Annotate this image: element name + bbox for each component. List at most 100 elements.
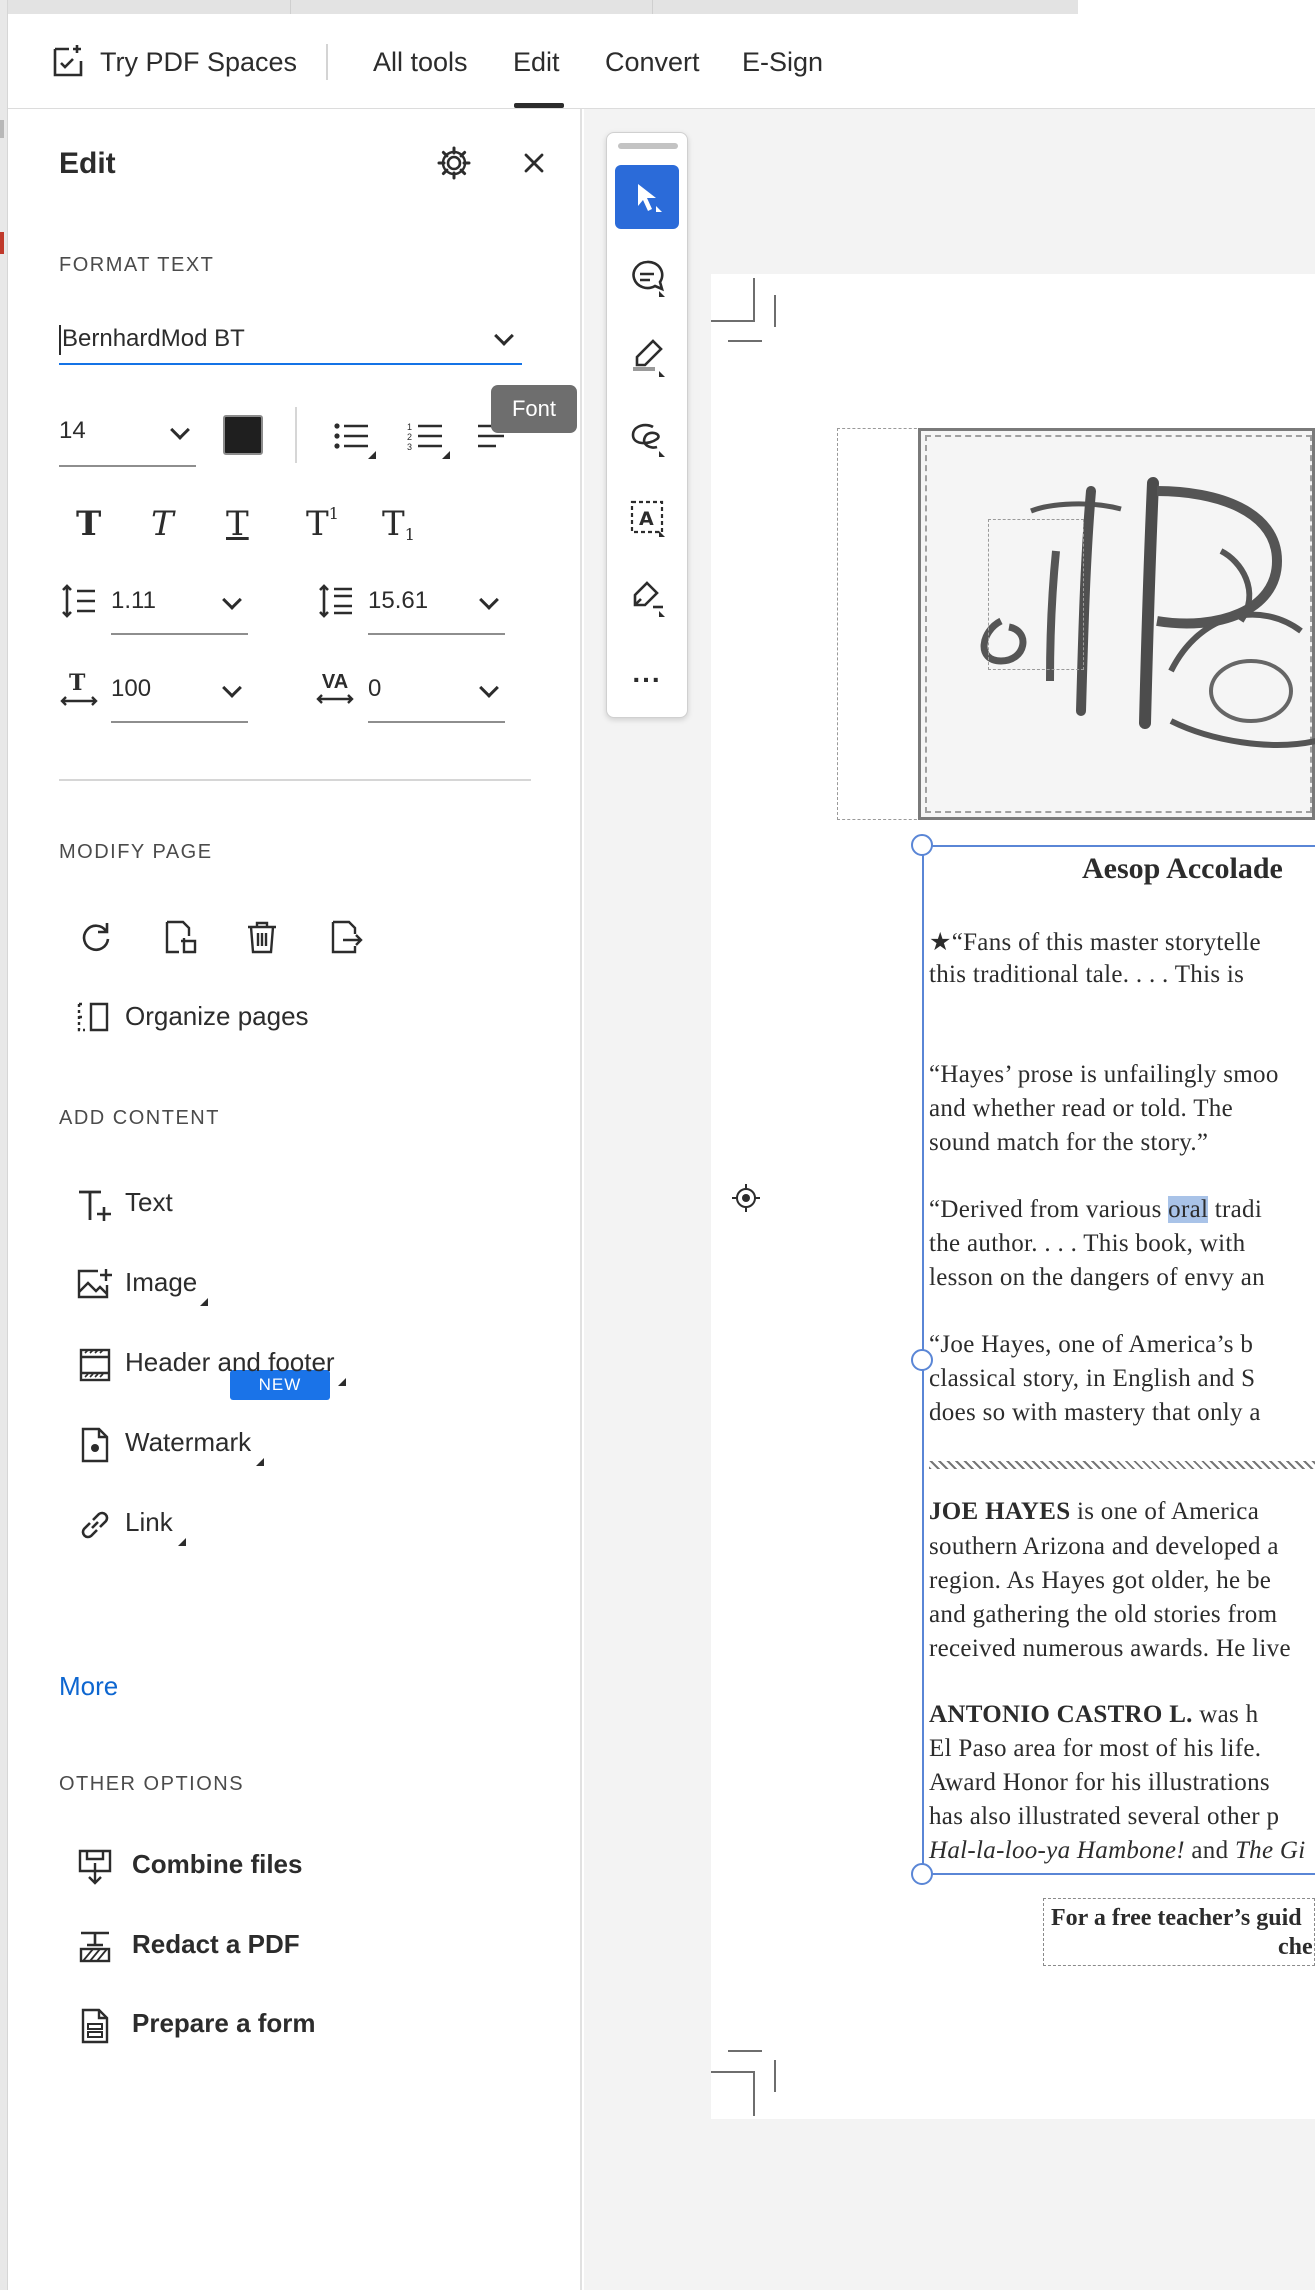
font-family-value: BernhardMod BT [62,325,245,352]
doc-text-line[interactable]: southern Arizona and developed a [929,1533,1279,1561]
redact-icon[interactable] [74,1926,116,1968]
doc-text-line[interactable]: JOE HAYES is one of America [929,1498,1259,1526]
add-image-icon[interactable] [74,1264,116,1306]
prepare-form-icon[interactable] [74,2005,116,2047]
link-icon[interactable] [74,1504,116,1546]
doc-text-line[interactable]: lesson on the dangers of envy an [929,1264,1265,1292]
resize-handle[interactable] [911,834,933,856]
selected-text[interactable]: oral [1168,1196,1209,1223]
doc-text-line[interactable]: Award Honor for his illustrations [929,1769,1270,1797]
doc-section-heading[interactable]: Aesop Accolade [1082,852,1283,886]
doc-text-line[interactable]: region. As Hayes got older, he be [929,1567,1271,1595]
organize-pages-icon[interactable] [74,997,114,1037]
horizontal-scale-value: 100 [111,675,152,702]
doc-text-line[interactable]: sound match for the story.” [929,1129,1208,1157]
title-logo-image[interactable] [918,428,1315,820]
pdf-spaces-icon[interactable] [48,42,88,82]
crop-page-icon[interactable] [158,915,202,959]
add-text-icon[interactable] [74,1184,116,1226]
doc-text-line[interactable]: “Hayes’ prose is unfailingly smoo [929,1061,1279,1089]
line-spacing-dropdown[interactable]: 1.11 [111,581,248,635]
glyph-bounding-box[interactable] [988,519,1084,670]
combine-files-icon[interactable] [74,1846,116,1888]
superscript-text-icon[interactable]: T1 [306,504,339,544]
rotate-icon[interactable] [74,915,118,959]
try-pdf-spaces-button[interactable]: Try PDF Spaces [100,44,297,80]
tab-convert[interactable]: Convert [605,44,700,80]
numbered-list-icon[interactable]: 123 [400,413,450,459]
paragraph-spacing-dropdown[interactable]: 15.61 [368,581,505,635]
character-spacing-dropdown[interactable]: 0 [368,669,505,723]
text-color-swatch[interactable] [223,415,263,455]
font-family-dropdown[interactable]: BernhardMod BT [59,319,522,365]
doc-text-segment: tradi [1208,1196,1263,1223]
add-image-button[interactable]: Image [125,1267,197,1298]
add-text-button[interactable]: Text [125,1187,173,1218]
doc-text-line[interactable]: and whether read or told. The [929,1095,1233,1123]
chevron-down-icon [170,420,190,440]
image-bounding-box[interactable] [837,428,922,820]
extract-page-icon[interactable] [324,915,368,959]
resize-handle[interactable] [911,1863,933,1885]
underline-text-icon[interactable]: T [226,504,249,544]
el-paso-logo-artwork [980,477,1315,748]
subscript-text-icon[interactable]: T1 [382,504,415,544]
doc-text-line[interactable]: El Paso area for most of his life. [929,1735,1261,1763]
sign-tool-button[interactable] [615,565,679,629]
settings-gear-icon[interactable] [432,141,476,185]
more-tools-button[interactable]: ... [615,641,679,705]
tab-all-tools[interactable]: All tools [373,44,468,80]
doc-text-line[interactable]: Hal-la-loo-ya Hambone! and The Gi [929,1837,1306,1865]
watermark-icon[interactable] [74,1424,116,1466]
doc-text-line[interactable]: ANTONIO CASTRO L. was h [929,1701,1258,1729]
organize-pages-button[interactable]: Organize pages [125,1001,309,1032]
crop-mark [753,278,755,322]
text-box-icon: A [630,500,665,537]
more-link[interactable]: More [59,1671,118,1702]
doc-text-line[interactable]: “Derived from various oral tradi [929,1196,1262,1224]
watermark-button[interactable]: Watermark [125,1427,251,1458]
tab-separator [652,0,653,14]
character-spacing-icon-label: VA [321,671,349,693]
link-button[interactable]: Link [125,1507,173,1538]
doc-text-line[interactable]: ★“Fans of this master storytelle [929,927,1261,957]
tab-esign[interactable]: E-Sign [742,44,823,80]
combine-files-button[interactable]: Combine files [132,1849,302,1880]
doc-text-line[interactable]: has also illustrated several other p [929,1803,1279,1831]
comment-tool-button[interactable] [615,245,679,309]
text-box-tool-button[interactable]: A [615,485,679,549]
active-tab-indicator [514,103,564,108]
doc-text-line[interactable]: and gathering the old stories from [929,1601,1277,1629]
submenu-indicator [178,1538,186,1546]
header-footer-button[interactable]: Header and footer [125,1347,335,1378]
footer-note-line[interactable]: che [1278,1934,1313,1961]
bulleted-list-icon[interactable] [326,413,376,459]
doc-text-line[interactable]: classical story, in English and S [929,1365,1255,1393]
italic-text-icon[interactable]: T [151,504,174,544]
doc-text-line[interactable]: this traditional tale. . . . This is [929,961,1244,989]
footer-note-line[interactable]: For a free teacher’s guid [1051,1905,1302,1932]
redact-pdf-button[interactable]: Redact a PDF [132,1929,300,1960]
toolbar-drag-handle[interactable] [618,143,678,149]
prepare-form-button[interactable]: Prepare a form [132,2008,316,2039]
doc-text-line[interactable]: received numerous awards. He live [929,1635,1291,1663]
draw-tool-button[interactable] [615,405,679,469]
doc-text-segment: was h [1192,1701,1259,1728]
select-tool-button[interactable] [615,165,679,229]
close-icon[interactable] [516,145,552,181]
font-size-dropdown[interactable]: 14 [59,411,196,467]
tab-edit[interactable]: Edit [513,44,560,80]
illustrator-name: ANTONIO CASTRO L. [929,1701,1193,1728]
edit-panel: Edit FORMAT TEXT BernhardMod BT 14 123 T… [8,109,582,2290]
submenu-indicator [442,451,450,459]
doc-text-line[interactable]: the author. . . . This book, with [929,1230,1245,1258]
bold-text-icon[interactable]: T [76,504,101,544]
doc-text-line[interactable]: does so with mastery that only a [929,1399,1261,1427]
horizontal-scale-dropdown[interactable]: 100 [111,669,248,723]
doc-text-line[interactable]: “Joe Hayes, one of America’s b [929,1331,1253,1359]
delete-page-icon[interactable] [240,915,284,959]
chevron-down-icon [479,590,499,610]
highlight-tool-button[interactable] [615,325,679,389]
header-footer-icon[interactable] [74,1344,116,1386]
modify-page-heading: MODIFY PAGE [59,841,213,863]
